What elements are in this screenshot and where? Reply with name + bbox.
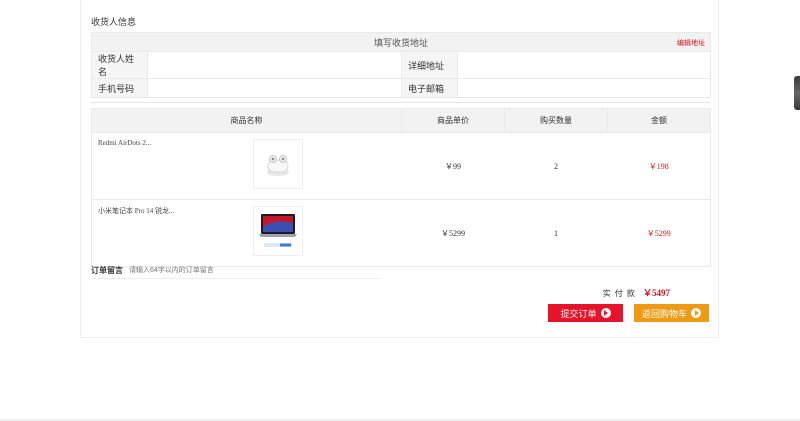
- goods-table: 商品名称 商品单价 购买数量 金额 Redmi AirDots 2... ￥99…: [91, 108, 711, 267]
- table-row: 小米笔记本 Pro 14 锐龙... ￥5299 1 ￥5299: [91, 199, 711, 267]
- address-value: [456, 51, 712, 79]
- order-panel: 收货人信息 填写收货地址 编辑地址 收货人姓名 详细地址 手机号码 电子邮箱 商…: [80, 0, 719, 338]
- goods-amount: ￥198: [607, 132, 711, 200]
- address-label: 详细地址: [401, 51, 458, 79]
- back-to-cart-label: 返回购物车: [641, 308, 687, 319]
- column-header-name: 商品名称: [91, 108, 402, 133]
- address-header-title: 填写收货地址: [374, 37, 429, 48]
- play-icon: [600, 308, 611, 318]
- goods-price: ￥5299: [401, 199, 505, 267]
- order-note-label: 订单留言: [91, 265, 123, 275]
- order-total: 实付款 ￥5497: [603, 286, 670, 299]
- phone-value: [147, 78, 402, 98]
- column-header-amount: 金额: [607, 108, 711, 133]
- receiver-table: 填写收货地址 编辑地址 收货人姓名 详细地址 手机号码 电子邮箱: [90, 32, 712, 98]
- section-divider: [91, 102, 710, 103]
- order-note-input[interactable]: [129, 263, 381, 277]
- email-label: 电子邮箱: [401, 78, 458, 98]
- email-value: [456, 78, 712, 98]
- phone-label: 手机号码: [91, 78, 148, 98]
- receiver-name-value: [147, 51, 402, 79]
- address-header: 填写收货地址 编辑地址: [90, 32, 712, 52]
- goods-qty: 2: [504, 132, 608, 200]
- earbuds-icon[interactable]: [253, 139, 303, 189]
- total-label: 实付款: [602, 289, 639, 298]
- goods-amount: ￥5299: [607, 199, 711, 267]
- play-icon: [691, 308, 701, 318]
- receiver-section-title: 收货人信息: [91, 17, 137, 27]
- goods-qty: 1: [504, 199, 608, 267]
- submit-order-label: 提交订单: [560, 308, 597, 319]
- order-note: 订单留言: [91, 262, 381, 279]
- total-value: ￥5497: [642, 288, 670, 298]
- column-header-price: 商品单价: [401, 108, 505, 133]
- edit-address-link[interactable]: 编辑地址: [677, 38, 705, 48]
- goods-name[interactable]: Redmi AirDots 2...: [98, 139, 151, 147]
- table-row: Redmi AirDots 2... ￥99 2 ￥198: [91, 132, 711, 200]
- receiver-name-label: 收货人姓名: [91, 51, 148, 79]
- column-header-qty: 购买数量: [504, 108, 608, 133]
- submit-order-button[interactable]: 提交订单: [548, 304, 623, 322]
- back-to-cart-button[interactable]: 返回购物车: [634, 304, 709, 322]
- side-floating-tab[interactable]: [794, 76, 800, 110]
- goods-price: ￥99: [401, 132, 505, 200]
- laptop-icon[interactable]: [253, 206, 303, 256]
- goods-name[interactable]: 小米笔记本 Pro 14 锐龙...: [98, 206, 174, 216]
